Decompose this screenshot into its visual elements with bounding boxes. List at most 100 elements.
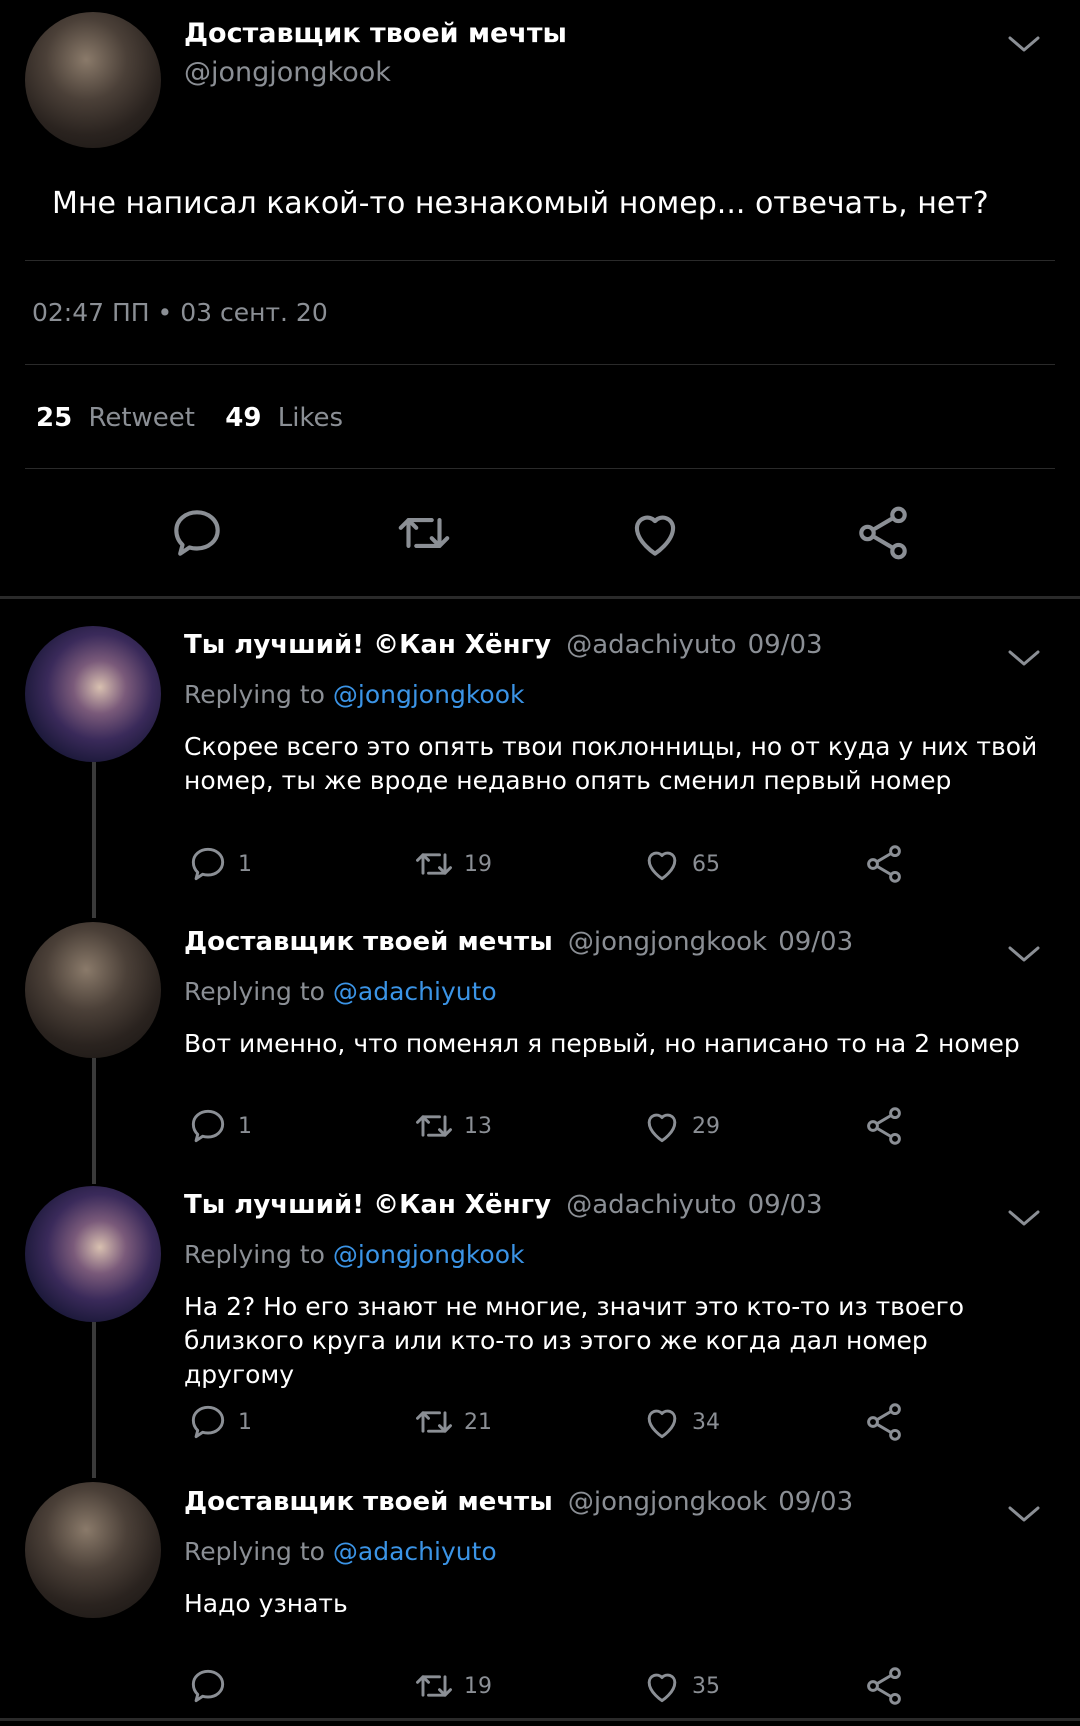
author-name[interactable]: Доставщик твоей мечты (184, 1487, 553, 1517)
like-action[interactable]: 29 (640, 1104, 720, 1148)
author-name[interactable]: Ты лучший! ©Кан Хёнгу (184, 630, 551, 660)
reply-icon[interactable] (166, 502, 228, 564)
retweet-icon[interactable] (412, 1400, 456, 1444)
share-icon[interactable] (862, 1664, 906, 1708)
tweet-stats: 25 Retweet 49 Likes (36, 403, 343, 433)
divider (25, 260, 1055, 261)
reply-action[interactable] (186, 1664, 238, 1708)
replying-to-handle[interactable]: @jongjongkook (333, 1240, 525, 1269)
reply-count: 1 (238, 1409, 252, 1435)
author-handle[interactable]: @jongjongkook (568, 927, 767, 957)
like-icon[interactable] (640, 1400, 684, 1444)
avatar[interactable] (25, 626, 161, 762)
reply-date: 09/03 (778, 927, 854, 957)
reply-header: Ты лучший! ©Кан Хёнгу @adachiyuto 09/03 (184, 1190, 823, 1220)
share-icon[interactable] (852, 502, 914, 564)
chevron-down-icon[interactable] (1004, 1206, 1044, 1230)
share-action[interactable] (862, 1664, 906, 1708)
replying-to: Replying to @jongjongkook (184, 680, 524, 709)
divider (25, 364, 1055, 365)
reply-date: 09/03 (747, 630, 823, 660)
avatar[interactable] (25, 922, 161, 1058)
reply-text: На 2? Но его знают не многие, значит это… (184, 1292, 965, 1389)
author-handle[interactable]: @adachiyuto (566, 630, 736, 660)
share-action[interactable] (862, 1400, 906, 1444)
retweet-icon[interactable] (393, 502, 455, 564)
replying-to-handle[interactable]: @jongjongkook (333, 680, 525, 709)
retweet-action[interactable]: 13 (412, 1104, 492, 1148)
retweet-count: 21 (464, 1409, 492, 1435)
thread-line (92, 762, 96, 918)
like-icon[interactable] (624, 502, 686, 564)
retweet-label[interactable]: Retweet (88, 403, 195, 433)
author-handle[interactable]: @jongjongkook (184, 57, 391, 88)
like-action[interactable]: 35 (640, 1664, 720, 1708)
bottom-divider (0, 1718, 1080, 1721)
share-action[interactable] (862, 842, 906, 886)
avatar[interactable] (25, 1482, 161, 1618)
retweet-count: 19 (464, 1673, 492, 1699)
reply-text: Надо узнать (184, 1589, 348, 1618)
like-count: 34 (692, 1409, 720, 1435)
avatar[interactable] (25, 12, 161, 148)
reply-icon[interactable] (186, 1664, 230, 1708)
replying-to-handle[interactable]: @adachiyuto (333, 977, 497, 1006)
likes-count[interactable]: 49 (225, 403, 261, 433)
avatar[interactable] (25, 1186, 161, 1322)
replying-to-prefix: Replying to (184, 1240, 325, 1269)
author-name[interactable]: Ты лучший! ©Кан Хёнгу (184, 1190, 551, 1220)
reply-header: Доставщик твоей мечты @jongjongkook 09/0… (184, 927, 853, 957)
reply-icon[interactable] (186, 1400, 230, 1444)
likes-label[interactable]: Likes (278, 403, 343, 433)
chevron-down-icon[interactable] (1004, 646, 1044, 670)
replying-to: Replying to @jongjongkook (184, 1240, 524, 1269)
retweet-icon[interactable] (412, 1104, 456, 1148)
retweet-icon[interactable] (412, 1664, 456, 1708)
chevron-down-icon[interactable] (1004, 942, 1044, 966)
like-count: 65 (692, 851, 720, 877)
replying-to-handle[interactable]: @adachiyuto (333, 1537, 497, 1566)
author-name[interactable]: Доставщик твоей мечты (184, 18, 567, 49)
retweet-count[interactable]: 25 (36, 403, 72, 433)
reply-action[interactable]: 1 (186, 1104, 252, 1148)
reply-count: 1 (238, 1113, 252, 1139)
replying-to-prefix: Replying to (184, 1537, 325, 1566)
reply-icon[interactable] (186, 842, 230, 886)
retweet-icon[interactable] (412, 842, 456, 886)
share-icon[interactable] (862, 1400, 906, 1444)
like-icon[interactable] (640, 1104, 684, 1148)
author-name[interactable]: Доставщик твоей мечты (184, 927, 553, 957)
retweet-count: 13 (464, 1113, 492, 1139)
reply-header: Ты лучший! ©Кан Хёнгу @adachiyuto 09/03 (184, 630, 823, 660)
reply-action[interactable]: 1 (186, 842, 252, 886)
replying-to-prefix: Replying to (184, 977, 325, 1006)
retweet-action[interactable]: 19 (412, 1664, 492, 1708)
tweet-text: Мне написал какой-то незнакомый номер...… (52, 186, 989, 221)
reply-text: Вот именно, что поменял я первый, но нап… (184, 1029, 1020, 1058)
like-action[interactable]: 65 (640, 842, 720, 886)
replying-to: Replying to @adachiyuto (184, 1537, 497, 1566)
retweet-action[interactable]: 19 (412, 842, 492, 886)
replying-to-prefix: Replying to (184, 680, 325, 709)
like-icon[interactable] (640, 842, 684, 886)
thread-line (92, 1058, 96, 1184)
section-divider (0, 596, 1080, 599)
replying-to: Replying to @adachiyuto (184, 977, 497, 1006)
retweet-action[interactable]: 21 (412, 1400, 492, 1444)
thread-line (92, 1322, 96, 1478)
like-count: 35 (692, 1673, 720, 1699)
share-icon[interactable] (862, 1104, 906, 1148)
chevron-down-icon[interactable] (1004, 1502, 1044, 1526)
reply-date: 09/03 (747, 1190, 823, 1220)
like-count: 29 (692, 1113, 720, 1139)
share-icon[interactable] (862, 842, 906, 886)
author-handle[interactable]: @jongjongkook (568, 1487, 767, 1517)
chevron-down-icon[interactable] (1004, 32, 1044, 56)
reply-action[interactable]: 1 (186, 1400, 252, 1444)
share-action[interactable] (862, 1104, 906, 1148)
reply-icon[interactable] (186, 1104, 230, 1148)
retweet-count: 19 (464, 851, 492, 877)
author-handle[interactable]: @adachiyuto (566, 1190, 736, 1220)
like-action[interactable]: 34 (640, 1400, 720, 1444)
like-icon[interactable] (640, 1664, 684, 1708)
